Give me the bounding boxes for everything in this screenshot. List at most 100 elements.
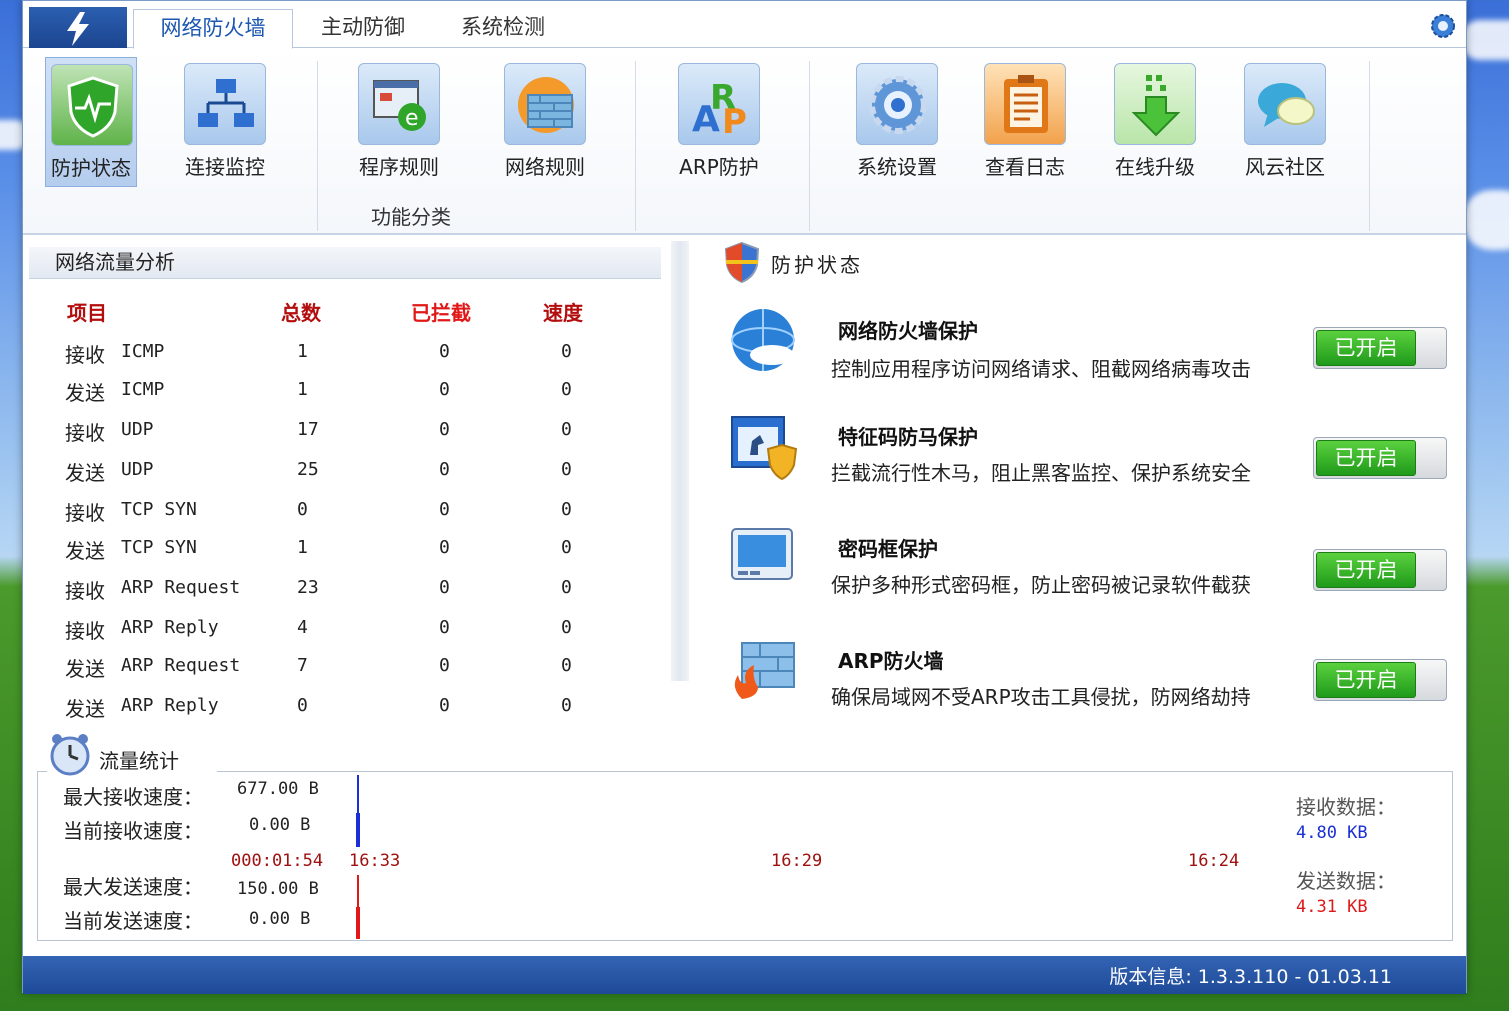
row-speed: 0 [561,655,572,676]
ribbon-system-settings[interactable]: 系统设置 [851,57,943,187]
ribbon-arp-protection[interactable]: ARP ARP防护 [673,57,765,187]
time-label: 16:33 [349,851,401,871]
cur-send-value: 0.00 B [249,909,311,929]
row-total: 17 [297,419,319,440]
feature-title: ARP防火墙 [838,649,944,673]
firewall-globe-icon [504,63,586,145]
arp-firewall-toggle[interactable]: 已开启 [1313,659,1447,701]
alarm-clock-icon [47,731,93,781]
row-blocked: 0 [439,419,450,440]
tab-network-firewall[interactable]: 网络防火墙 [133,9,293,49]
row-total: 1 [297,379,308,400]
row-blocked: 0 [439,499,450,520]
row-protocol: TCP SYN [121,499,197,520]
traffic-analysis-header: 网络流量分析 [29,247,661,279]
tab-system-check[interactable]: 系统检测 [443,9,563,48]
row-total: 0 [297,499,308,520]
ribbon-label: 系统设置 [857,155,937,179]
ribbon-label: 程序规则 [359,155,439,179]
row-protocol: ARP Reply [121,617,219,638]
password-box-icon [728,523,798,593]
row-speed: 0 [561,379,572,400]
row-speed: 0 [561,419,572,440]
toggle-on-label: 已开启 [1316,330,1416,366]
feature-title: 特征码防马保护 [838,425,978,449]
ribbon-label: 连接监控 [185,155,265,179]
trojan-shield-icon [728,411,798,481]
row-speed: 0 [561,617,572,638]
password-protection-toggle[interactable]: 已开启 [1313,549,1447,591]
feature-description: 拦截流行性木马，阻止黑客监控、保护系统安全 [831,461,1251,485]
cur-recv-value: 0.00 B [249,815,311,835]
desktop-cloud [1462,190,1509,250]
program-rules-icon: e [358,63,440,145]
cur-recv-label: 当前接收速度： [63,819,203,843]
feature-description: 控制应用程序访问网络请求、阻截网络病毒攻击 [831,357,1251,381]
ribbon-label: 网络规则 [505,155,585,179]
feature-description: 确保局域网不受ARP攻击工具侵扰，防网络劫持 [831,685,1251,709]
row-blocked: 0 [439,537,450,558]
panel-divider [671,241,689,681]
row-blocked: 0 [439,695,450,716]
row-protocol: ARP Request [121,577,241,598]
shield-icon [51,64,133,146]
firewall-protection-toggle[interactable]: 已开启 [1313,327,1447,369]
traffic-stats-legend: 流量统计 [47,731,217,777]
download-arrow-icon [1114,63,1196,145]
row-direction: 发送 [65,697,105,721]
trojan-protection-toggle[interactable]: 已开启 [1313,437,1447,479]
ribbon-online-upgrade[interactable]: 在线升级 [1109,57,1201,187]
ribbon-label: ARP防护 [679,155,759,179]
ribbon-view-log[interactable]: 查看日志 [979,57,1071,187]
shield-icon [723,241,761,287]
settings-gear-icon[interactable] [1430,13,1456,43]
ribbon-label: 风云社区 [1245,155,1325,179]
row-protocol: UDP [121,419,154,440]
feature-title: 密码框保护 [838,537,938,561]
col-header-item: 项目 [67,301,107,325]
network-icon [184,63,266,145]
firewall-window: 网络防火墙 主动防御 系统检测 防护状态 连接监控 e 程序规则 网络规则 A … [22,0,1467,994]
row-speed: 0 [561,537,572,558]
ribbon-network-rules[interactable]: 网络规则 [499,57,591,187]
ribbon-community[interactable]: 风云社区 [1239,57,1331,187]
row-direction: 接收 [65,579,105,603]
ribbon-protection-status[interactable]: 防护状态 [45,57,137,187]
row-speed: 0 [561,459,572,480]
toggle-on-label: 已开启 [1316,440,1416,476]
row-blocked: 0 [439,617,450,638]
row-protocol: ARP Request [121,655,241,676]
max-send-label: 最大发送速度： [63,875,203,899]
row-protocol: TCP SYN [121,537,197,558]
row-direction: 接收 [65,421,105,445]
recv-data-value: 4.80 KB [1296,823,1368,843]
tab-active-defense[interactable]: 主动防御 [303,9,423,48]
row-blocked: 0 [439,379,450,400]
ribbon-toolbar: 防护状态 连接监控 e 程序规则 网络规则 ARP ARP防护 系统设置 查看日… [23,49,1466,235]
ribbon-separator [317,61,318,231]
row-speed: 0 [561,577,572,598]
row-total: 0 [297,695,308,716]
row-total: 1 [297,537,308,558]
max-send-value: 150.00 B [237,879,319,899]
ribbon-label: 防护状态 [51,156,131,180]
feature-description: 保护多种形式密码框，防止密码被记录软件截获 [831,573,1251,597]
row-blocked: 0 [439,577,450,598]
fire-wall-icon [728,637,798,707]
ribbon-separator [809,61,810,231]
max-recv-value: 677.00 B [237,779,319,799]
send-data-value: 4.31 KB [1296,897,1368,917]
send-current-bar [356,907,360,939]
globe-icon [728,305,798,375]
row-direction: 接收 [65,343,105,367]
status-bar: 版本信息: 1.3.3.110 - 01.03.11 [23,956,1466,994]
col-header-blocked: 已拦截 [411,301,471,325]
ribbon-group-label: 功能分类 [371,205,451,229]
feature-title: 网络防火墙保护 [838,319,978,343]
app-logo [29,7,127,48]
ribbon-label: 在线升级 [1115,155,1195,179]
col-header-total: 总数 [281,301,321,325]
ribbon-connection-monitor[interactable]: 连接监控 [179,57,271,187]
ribbon-program-rules[interactable]: e 程序规则 [353,57,445,187]
ribbon-separator [635,61,636,231]
